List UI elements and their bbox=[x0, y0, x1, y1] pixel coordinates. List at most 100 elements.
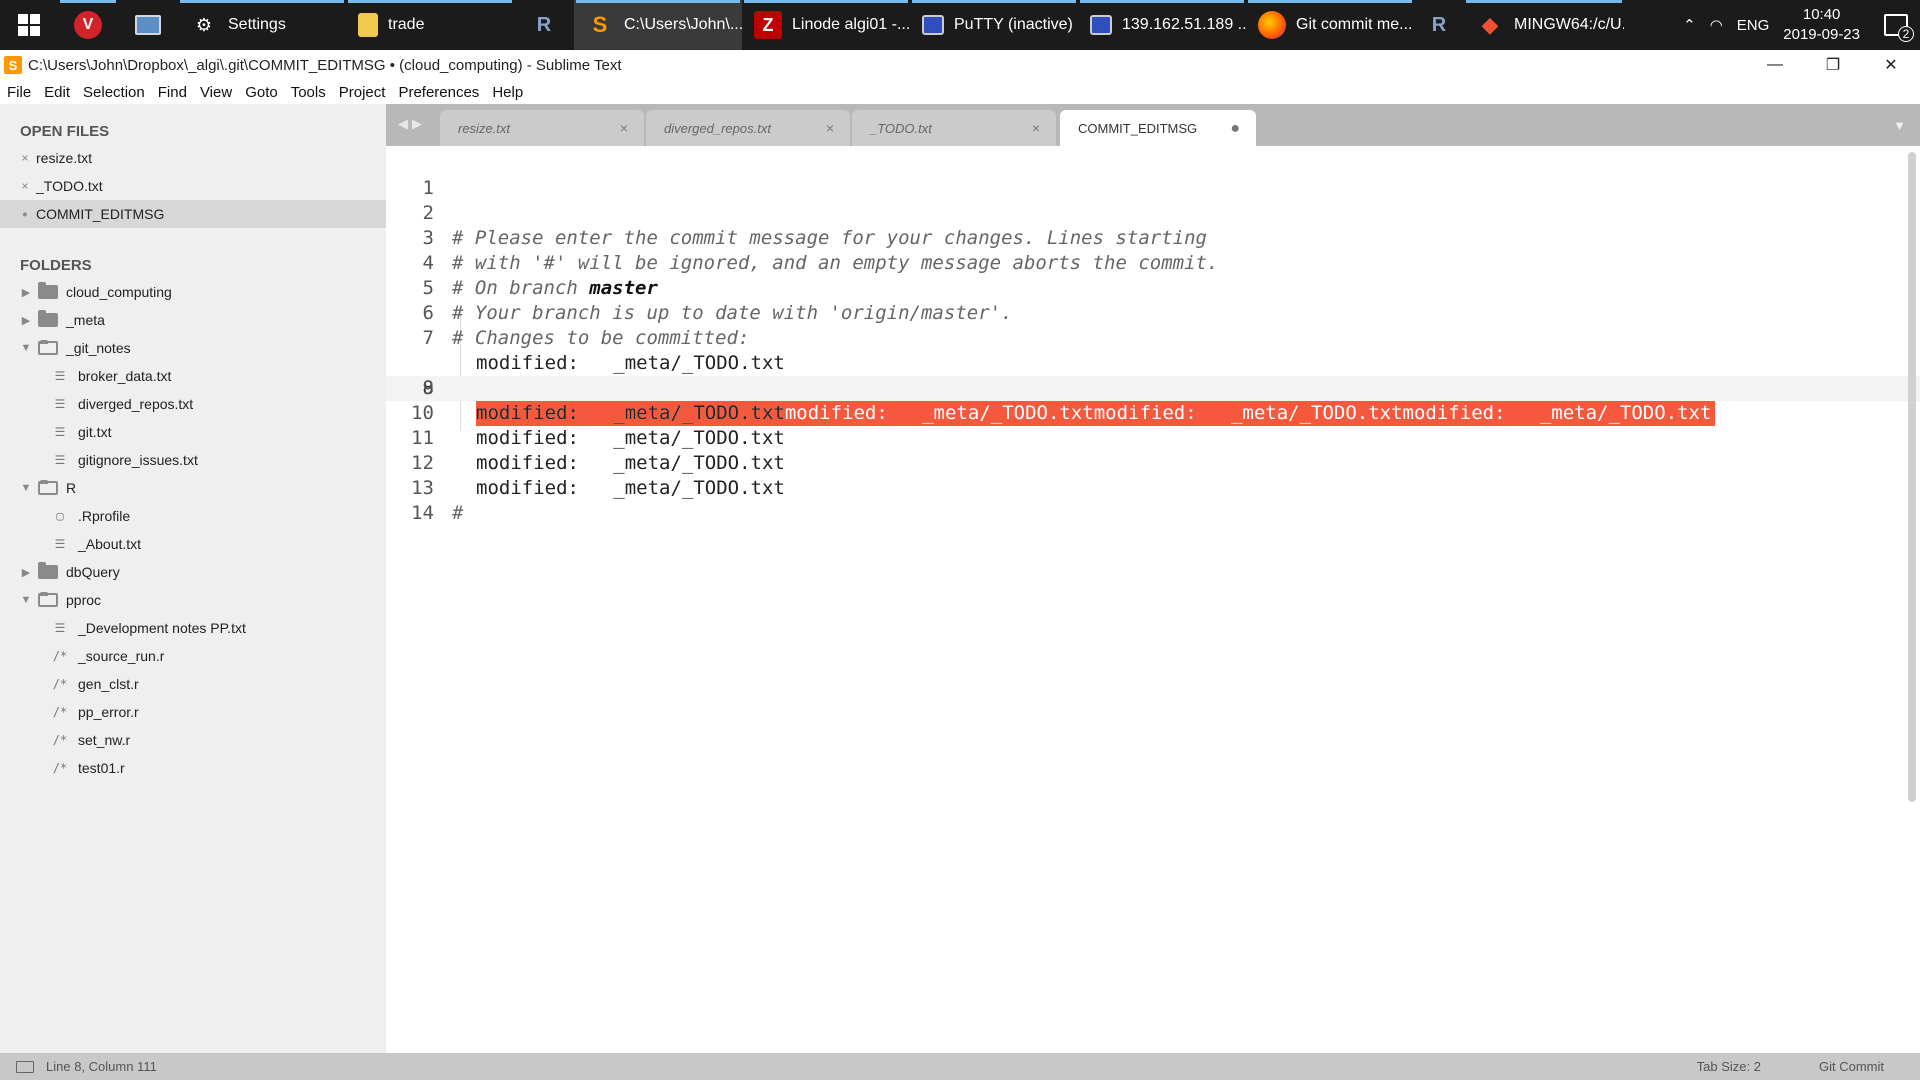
menu-tools[interactable]: Tools bbox=[291, 84, 326, 101]
tab-diverged-repos[interactable]: diverged_repos.txt × bbox=[646, 110, 850, 146]
start-button[interactable] bbox=[0, 0, 58, 50]
menu-selection[interactable]: Selection bbox=[83, 84, 145, 101]
folder-meta[interactable]: ▶ _meta bbox=[0, 306, 386, 334]
menu-bar: File Edit Selection Find View Goto Tools… bbox=[0, 80, 1920, 104]
folder-r[interactable]: ▼ R bbox=[0, 474, 386, 502]
syntax-selector[interactable]: Git Commit bbox=[1819, 1059, 1884, 1074]
clock[interactable]: 10:40 2019-09-23 bbox=[1783, 5, 1860, 45]
chevron-down-icon[interactable]: ▼ bbox=[20, 482, 32, 494]
folder-dbquery[interactable]: ▶ dbQuery bbox=[0, 558, 386, 586]
folder-icon bbox=[38, 282, 58, 299]
folders-heading: FOLDERS bbox=[20, 257, 92, 274]
tab-todo[interactable]: _TODO.txt × bbox=[852, 110, 1056, 146]
folder-label: dbQuery bbox=[66, 564, 120, 580]
code-file-icon: /* bbox=[52, 705, 68, 719]
system-tray: ⌃ ◠ ENG 10:40 2019-09-23 2 bbox=[1683, 0, 1920, 50]
maximize-button[interactable]: ❐ bbox=[1804, 50, 1862, 80]
folder-cloud-computing[interactable]: ▶ cloud_computing bbox=[0, 278, 386, 306]
menu-project[interactable]: Project bbox=[339, 84, 386, 101]
file-gen-clst[interactable]: /* gen_clst.r bbox=[0, 670, 386, 698]
close-icon[interactable]: × bbox=[620, 120, 628, 136]
file-development-notes[interactable]: ☰ _Development notes PP.txt bbox=[0, 614, 386, 642]
chevron-right-icon[interactable]: ▶ bbox=[20, 566, 32, 579]
taskbar-app-network[interactable] bbox=[118, 0, 178, 50]
file-label: gen_clst.r bbox=[78, 676, 139, 692]
taskbar-app-r[interactable]: R bbox=[514, 0, 574, 50]
file-git[interactable]: ☰ git.txt bbox=[0, 418, 386, 446]
taskbar-item-settings[interactable]: ⚙ Settings bbox=[178, 0, 346, 50]
taskbar-app-r-2[interactable]: R bbox=[1414, 0, 1464, 50]
text-file-icon: ☰ bbox=[54, 425, 66, 439]
firefox-icon bbox=[1258, 11, 1286, 39]
wifi-icon[interactable]: ◠ bbox=[1710, 16, 1723, 34]
folder-git-notes[interactable]: ▼ _git_notes bbox=[0, 334, 386, 362]
file-about[interactable]: ☰ _About.txt bbox=[0, 530, 386, 558]
file-test01[interactable]: /* test01.r bbox=[0, 754, 386, 782]
taskbar-item-trade[interactable]: trade bbox=[346, 0, 514, 50]
tab-commit-editmsg[interactable]: COMMIT_EDITMSG ● bbox=[1060, 110, 1256, 146]
file-gitignore-issues[interactable]: ☰ gitignore_issues.txt bbox=[0, 446, 386, 474]
code-editor[interactable]: 1 2 # Please enter the commit message fo… bbox=[386, 146, 1920, 1053]
file-diverged-repos[interactable]: ☰ diverged_repos.txt bbox=[0, 390, 386, 418]
taskbar-app-vivaldi[interactable]: V bbox=[58, 0, 118, 50]
file-label: .Rprofile bbox=[78, 508, 131, 524]
folder-label: cloud_computing bbox=[66, 284, 172, 300]
notifications-icon[interactable]: 2 bbox=[1884, 14, 1914, 42]
tab-list-dropdown-icon[interactable]: ▼ bbox=[1893, 118, 1906, 133]
sidebar: OPEN FILES × resize.txt × _TODO.txt ● CO… bbox=[0, 104, 386, 1053]
open-file-resize[interactable]: × resize.txt bbox=[0, 144, 386, 172]
close-icon[interactable]: × bbox=[1032, 120, 1040, 136]
menu-goto[interactable]: Goto bbox=[245, 84, 278, 101]
minimize-button[interactable]: — bbox=[1746, 50, 1804, 80]
tab-navigation-arrows[interactable]: ◀▶ bbox=[398, 116, 426, 132]
menu-view[interactable]: View bbox=[200, 84, 232, 101]
menu-find[interactable]: Find bbox=[158, 84, 187, 101]
file-source-run[interactable]: /* _source_run.r bbox=[0, 642, 386, 670]
windows-taskbar: V ⚙ Settings trade R S C:\Users\John\...… bbox=[0, 0, 1920, 50]
close-button[interactable]: ✕ bbox=[1862, 50, 1920, 80]
tab-size-selector[interactable]: Tab Size: 2 bbox=[1697, 1059, 1761, 1074]
taskbar-item-sublime[interactable]: S C:\Users\John\... bbox=[574, 0, 742, 50]
taskbar-label: C:\Users\John\... bbox=[624, 16, 742, 33]
taskbar-item-putty-2[interactable]: 139.162.51.189 ... bbox=[1078, 0, 1246, 50]
close-icon[interactable]: × bbox=[18, 179, 32, 193]
arrow-left-icon[interactable]: ◀ bbox=[398, 116, 412, 131]
gear-icon: ⚙ bbox=[195, 14, 213, 35]
arrow-right-icon[interactable]: ▶ bbox=[412, 116, 426, 131]
chevron-right-icon[interactable]: ▶ bbox=[20, 286, 32, 299]
r-icon: R bbox=[1431, 13, 1447, 36]
chevron-down-icon[interactable]: ▼ bbox=[20, 594, 32, 606]
file-pp-error[interactable]: /* pp_error.r bbox=[0, 698, 386, 726]
close-icon[interactable]: × bbox=[18, 151, 32, 165]
taskbar-item-putty-1[interactable]: PuTTY (inactive) bbox=[910, 0, 1078, 50]
close-icon[interactable]: × bbox=[826, 120, 834, 136]
panel-toggle-icon[interactable] bbox=[16, 1060, 34, 1073]
vertical-scrollbar[interactable] bbox=[1908, 152, 1916, 802]
code-line: 11 modified: _meta/_TODO.txt bbox=[386, 401, 1920, 474]
taskbar-item-firefox[interactable]: Git commit me... bbox=[1246, 0, 1414, 50]
menu-help[interactable]: Help bbox=[492, 84, 523, 101]
tab-resize[interactable]: resize.txt × bbox=[440, 110, 644, 146]
language-indicator[interactable]: ENG bbox=[1737, 17, 1770, 34]
chevron-down-icon[interactable]: ▼ bbox=[20, 342, 32, 354]
menu-edit[interactable]: Edit bbox=[44, 84, 70, 101]
file-label: pp_error.r bbox=[78, 704, 139, 720]
file-rprofile[interactable]: ▢ .Rprofile bbox=[0, 502, 386, 530]
file-set-nw[interactable]: /* set_nw.r bbox=[0, 726, 386, 754]
file-icon: ▢ bbox=[56, 509, 64, 523]
taskbar-label: Settings bbox=[228, 16, 286, 33]
dirty-indicator-icon[interactable]: ● bbox=[1230, 120, 1240, 138]
taskbar-item-filezilla[interactable]: Z Linode algi01 -... bbox=[742, 0, 910, 50]
taskbar-label: 139.162.51.189 ... bbox=[1122, 16, 1246, 33]
open-file-commit-editmsg[interactable]: ● COMMIT_EDITMSG bbox=[0, 200, 386, 228]
menu-preferences[interactable]: Preferences bbox=[398, 84, 479, 101]
code-line: 13 # bbox=[386, 451, 1920, 524]
menu-file[interactable]: File bbox=[7, 84, 31, 101]
file-broker-data[interactable]: ☰ broker_data.txt bbox=[0, 362, 386, 390]
open-file-todo[interactable]: × _TODO.txt bbox=[0, 172, 386, 200]
taskbar-item-git-bash[interactable]: ◆ MINGW64:/c/U... bbox=[1464, 0, 1624, 50]
chevron-up-icon[interactable]: ⌃ bbox=[1683, 16, 1696, 34]
folder-pproc[interactable]: ▼ pproc bbox=[0, 586, 386, 614]
chevron-right-icon[interactable]: ▶ bbox=[20, 314, 32, 327]
taskbar-label: PuTTY (inactive) bbox=[954, 16, 1073, 33]
